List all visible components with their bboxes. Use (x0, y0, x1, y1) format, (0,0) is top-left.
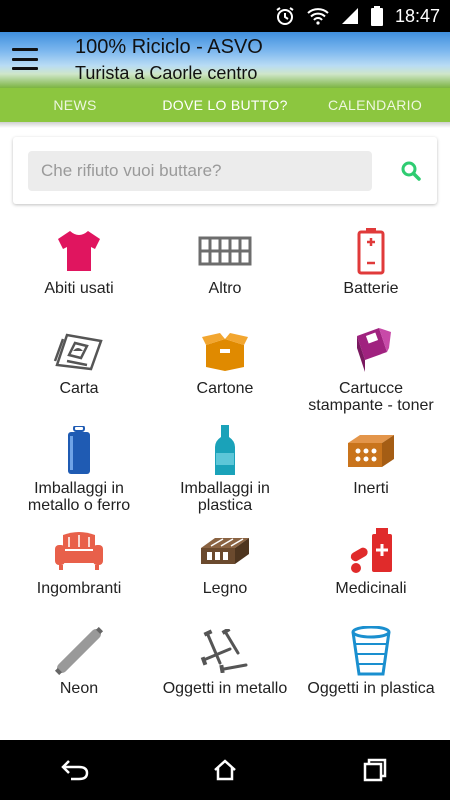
battery-icon (370, 6, 383, 26)
category-oggetti-metallo[interactable]: Oggetti in metallo (150, 625, 300, 725)
category-medicinali[interactable]: Medicinali (296, 525, 446, 625)
category-carta[interactable]: Carta (4, 325, 154, 425)
category-legno[interactable]: Legno (150, 525, 300, 625)
alarm-icon (275, 6, 295, 26)
tshirt-icon (49, 225, 109, 277)
can-icon (49, 425, 109, 477)
search-input[interactable] (28, 151, 372, 191)
app-subtitle: Turista a Caorle centro (75, 63, 258, 83)
tab-calendario[interactable]: CALENDARIO (300, 97, 450, 113)
medicine-icon (341, 525, 401, 577)
tab-shadow (0, 122, 450, 128)
category-altro[interactable]: Altro (150, 225, 300, 325)
category-ingombranti[interactable]: Ingombranti (4, 525, 154, 625)
neon-tube-icon (49, 625, 109, 677)
battery-icon (341, 225, 401, 277)
app-bar: 100% Riciclo - ASVO Turista a Caorle cen… (0, 32, 450, 88)
wifi-icon (307, 7, 329, 25)
category-abiti-usati[interactable]: Abiti usati (4, 225, 154, 325)
category-neon[interactable]: Neon (4, 625, 154, 725)
armchair-icon (49, 525, 109, 577)
category-inerti[interactable]: Inerti (296, 425, 446, 525)
search-icon[interactable] (399, 159, 423, 183)
category-imballaggi-metallo[interactable]: Imballaggi in metallo o ferro (4, 425, 154, 525)
fence-icon (195, 225, 255, 277)
status-time: 18:47 (394, 5, 440, 26)
box-icon (195, 325, 255, 377)
tab-news[interactable]: NEWS (0, 97, 150, 113)
signal-icon (341, 7, 359, 25)
back-icon[interactable] (45, 750, 105, 790)
category-batterie[interactable]: Batterie (296, 225, 446, 325)
status-bar: 18:47 (0, 0, 450, 32)
nails-icon (195, 625, 255, 677)
recents-icon[interactable] (345, 750, 405, 790)
category-oggetti-plastica[interactable]: Oggetti in plastica (296, 625, 446, 725)
newspaper-icon (49, 325, 109, 377)
bottle-icon (195, 425, 255, 477)
tab-dove-lo-butto[interactable]: DOVE LO BUTTO? (150, 97, 300, 113)
navigation-bar (0, 740, 450, 800)
tab-bar: NEWS DOVE LO BUTTO? CALENDARIO (0, 88, 450, 122)
plastic-cup-icon (341, 625, 401, 677)
cartridge-icon (341, 325, 401, 377)
pallet-icon (195, 525, 255, 577)
brick-icon (341, 425, 401, 477)
category-cartone[interactable]: Cartone (150, 325, 300, 425)
hamburger-icon[interactable] (12, 48, 38, 70)
home-icon[interactable] (195, 750, 255, 790)
category-cartucce[interactable]: Cartucce stampante - toner (296, 325, 446, 425)
category-imballaggi-plastica[interactable]: Imballaggi in plastica (150, 425, 300, 525)
search-card (13, 137, 437, 204)
app-title: 100% Riciclo - ASVO (75, 36, 263, 58)
